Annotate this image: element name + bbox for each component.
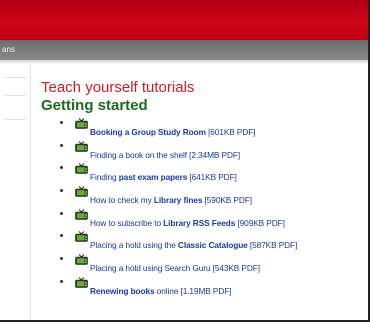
tutorial-link-text: Placing a hold using the	[90, 240, 178, 251]
sidebar-divider	[4, 119, 26, 120]
bullet-icon	[60, 257, 63, 261]
tutorial-link[interactable]: Placing a hold using the Classic Catalog…	[90, 239, 297, 251]
tutorial-list-item: Finding past exam papers [641KB PDF]	[41, 163, 361, 189]
tv-icon[interactable]	[75, 140, 88, 152]
browser-viewport: ans Teach yourself tutorials Getting sta…	[0, 0, 370, 322]
site-nav-bar: ans	[0, 40, 368, 60]
tutorial-link[interactable]: How to subscribe to Library RSS Feeds [9…	[90, 217, 285, 229]
tutorial-list: Booking a Group Study Room [601KB PDF] F…	[41, 118, 361, 303]
tutorial-link-size: [590KB PDF]	[202, 195, 252, 206]
tutorial-link-size: online [1.19MB PDF]	[154, 285, 232, 296]
tv-icon[interactable]	[75, 254, 88, 265]
sidebar-divider	[4, 77, 26, 78]
tutorial-list-item: Finding a book on the shelf [2.34MB PDF]	[41, 140, 361, 167]
bullet-icon	[60, 121, 63, 124]
bullet-icon	[60, 189, 63, 193]
section-heading: Getting started	[41, 97, 148, 114]
site-header-bar	[0, 0, 368, 40]
tutorial-link[interactable]: Finding a book on the shelf [2.34MB PDF]	[90, 149, 240, 161]
bullet-icon	[60, 166, 63, 170]
tutorial-link-text: How to check my	[90, 195, 154, 206]
tv-icon[interactable]	[75, 163, 88, 175]
page-title: Teach yourself tutorials	[41, 79, 195, 96]
nav-bar-text: ans	[2, 45, 15, 54]
bullet-icon	[60, 211, 63, 215]
tv-icon[interactable]	[75, 208, 88, 220]
tutorial-list-item: Placing a hold using the Classic Catalog…	[41, 231, 361, 257]
tutorial-link-text: Finding a book on the shelf [2.34MB PDF]	[90, 149, 241, 160]
bullet-icon	[60, 234, 63, 238]
tutorial-link[interactable]: How to check my Library fines [590KB PDF…	[90, 194, 252, 206]
tutorial-link[interactable]: Booking a Group Study Room [601KB PDF]	[90, 126, 255, 138]
tutorial-link-keyword: Classic Catalogue	[177, 240, 248, 251]
tutorial-link-text: How to subscribe to	[90, 217, 164, 228]
left-sidebar	[0, 64, 31, 320]
tutorial-link-size: [641KB PDF]	[187, 172, 237, 183]
tutorial-list-item: Renewing books online [1.19MB PDF]	[41, 276, 361, 303]
tv-icon[interactable]	[75, 186, 88, 197]
tutorial-list-item: Placing a hold using Search Guru [543KB …	[41, 254, 361, 280]
sidebar-divider	[4, 95, 26, 96]
tutorial-link-keyword: past exam papers	[118, 172, 188, 183]
bullet-icon	[60, 279, 63, 283]
tv-icon[interactable]	[75, 118, 88, 129]
tutorial-link-keyword: Booking a Group Study Room	[90, 127, 206, 137]
tutorial-list-item: Booking a Group Study Room [601KB PDF]	[41, 118, 361, 144]
tutorial-link-size: [587KB PDF]	[247, 240, 298, 251]
tutorial-list-item: How to subscribe to Library RSS Feeds [9…	[41, 208, 361, 235]
tutorial-list-item: How to check my Library fines [590KB PDF…	[41, 186, 361, 212]
tutorial-link-size: [909KB PDF]	[235, 217, 285, 228]
tv-icon[interactable]	[75, 276, 88, 288]
tv-icon[interactable]	[75, 231, 88, 243]
tutorial-link[interactable]: Placing a hold using Search Guru [543KB …	[90, 262, 260, 274]
nav-bar-shadow	[0, 60, 368, 64]
tutorial-link-keyword: Library RSS Feeds	[163, 217, 236, 228]
tutorial-link-text: Finding	[90, 172, 119, 183]
tutorial-link-size: [601KB PDF]	[205, 127, 256, 137]
tutorial-link-keyword: Library fines	[153, 195, 203, 206]
tutorial-link[interactable]: Renewing books online [1.19MB PDF]	[90, 285, 231, 297]
tutorial-link-keyword: Renewing books	[90, 285, 155, 296]
tutorial-link[interactable]: Finding past exam papers [641KB PDF]	[90, 171, 237, 183]
bullet-icon	[60, 143, 63, 147]
main-content: Teach yourself tutorials Getting started…	[41, 79, 361, 303]
tutorial-link-text: Placing a hold using Search Guru [543KB …	[90, 263, 260, 274]
